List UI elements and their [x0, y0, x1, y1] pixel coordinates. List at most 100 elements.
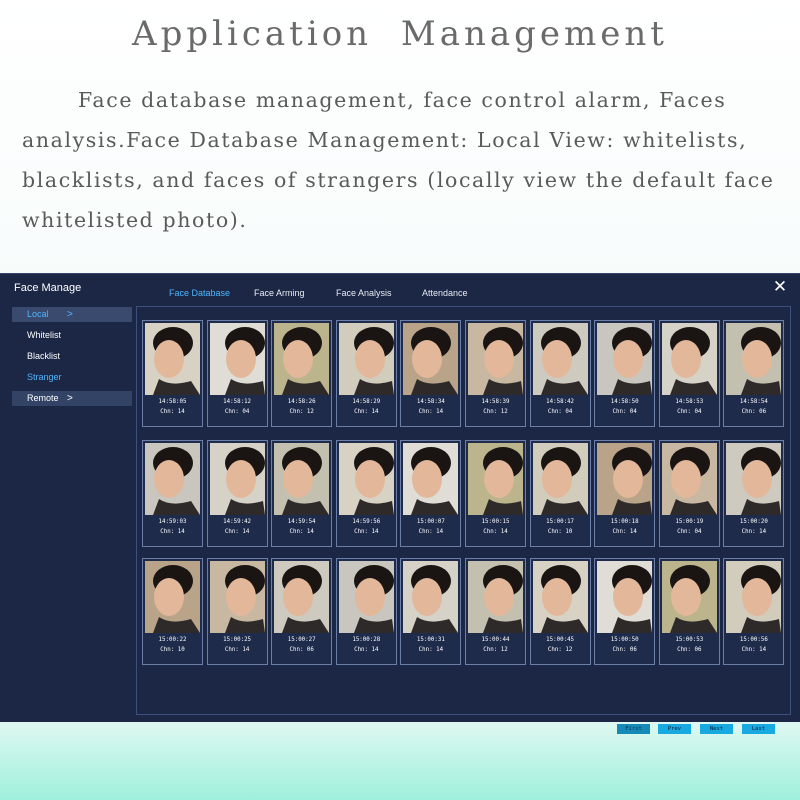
channel-label: Chn: 10: [160, 647, 185, 653]
face-card[interactable]: 15:00:22 Chn: 10: [142, 558, 203, 665]
channel-label: Chn: 06: [289, 647, 314, 653]
next-page-button[interactable]: Next: [700, 724, 733, 734]
face-thumbnail: [597, 561, 653, 633]
face-card[interactable]: 14:58:34 Chn: 14: [400, 320, 462, 427]
face-thumbnail: [726, 443, 782, 515]
tab-face-database[interactable]: Face Database: [169, 288, 230, 298]
channel-label: Chn: 14: [483, 529, 508, 535]
channel-label: Chn: 06: [612, 647, 637, 653]
channel-label: Chn: 14: [289, 529, 314, 535]
face-grid-panel: 14:58:05 Chn: 14 14:58:12 Chn: 04 14:58:26 Ch…: [136, 306, 791, 734]
channel-label: Chn: 14: [354, 529, 379, 535]
face-card[interactable]: 15:00:56 Chn: 14: [723, 558, 785, 665]
page-description: Face database management, face control a…: [22, 88, 775, 232]
face-card[interactable]: 15:00:27 Chn: 06: [271, 558, 333, 665]
face-card[interactable]: 14:58:42 Chn: 04: [529, 320, 591, 427]
channel-label: Chn: 14: [224, 647, 250, 653]
sidebar-item-label: Whitelist: [27, 330, 62, 340]
face-thumbnail: [338, 561, 394, 633]
prev-page-button[interactable]: Prev: [658, 724, 691, 734]
capture-time: 15:00:22: [158, 637, 187, 643]
close-icon[interactable]: ✕: [772, 278, 788, 295]
face-card[interactable]: 14:59:42 Chn: 14: [206, 440, 268, 547]
face-thumbnail: [532, 323, 588, 395]
sidebar-item-local[interactable]: Local >: [12, 307, 132, 322]
face-card[interactable]: 14:58:50 Chn: 04: [594, 320, 656, 427]
channel-label: Chn: 14: [160, 529, 185, 535]
channel-label: Chn: 14: [354, 647, 379, 653]
channel-label: Chn: 12: [289, 409, 314, 415]
face-card[interactable]: 14:58:29 Chn: 14: [335, 320, 397, 427]
capture-time: 15:00:07: [416, 519, 445, 525]
face-card[interactable]: 14:59:56 Chn: 14: [335, 440, 397, 547]
sidebar-item-stranger[interactable]: Stranger: [12, 370, 132, 385]
face-thumbnail: [726, 561, 782, 633]
face-thumbnail: [661, 561, 717, 633]
face-card[interactable]: 15:00:15 Chn: 14: [465, 440, 526, 547]
channel-label: Chn: 10: [547, 529, 573, 535]
face-thumbnail: [209, 443, 265, 515]
first-page-button[interactable]: First: [617, 724, 650, 734]
sidebar-item-label: Remote: [27, 393, 59, 403]
channel-label: Chn: 14: [354, 409, 379, 415]
face-card[interactable]: 15:00:20 Chn: 14: [723, 440, 785, 547]
sidebar-item-whitelist[interactable]: Whitelist: [12, 328, 132, 343]
chevron-right-icon: >: [67, 393, 73, 404]
sidebar: Local > Whitelist Blacklist Stranger Rem…: [12, 307, 132, 412]
face-card[interactable]: 15:00:18 Chn: 14: [594, 440, 656, 547]
sidebar-item-remote[interactable]: Remote >: [12, 391, 132, 406]
face-thumbnail: [468, 443, 523, 515]
capture-time: 15:00:15: [481, 519, 510, 525]
face-thumbnail: [532, 561, 588, 633]
channel-label: Chn: 14: [224, 529, 250, 535]
sidebar-item-label: Blacklist: [27, 351, 61, 361]
capture-time: 15:00:17: [546, 519, 575, 525]
sidebar-item-blacklist[interactable]: Blacklist: [12, 349, 132, 364]
tab-face-arming[interactable]: Face Arming: [254, 288, 305, 298]
face-card[interactable]: 14:58:26 Chn: 12: [271, 320, 333, 427]
channel-label: Chn: 06: [677, 647, 702, 653]
channel-label: Chn: 12: [483, 409, 508, 415]
sidebar-item-label: Local: [27, 309, 49, 319]
tab-attendance[interactable]: Attendance: [422, 288, 468, 298]
window-title: Face Manage: [14, 282, 82, 294]
face-card[interactable]: 15:00:31 Chn: 14: [400, 558, 462, 665]
chevron-right-icon: >: [67, 309, 73, 320]
face-card[interactable]: 15:00:53 Chn: 06: [658, 558, 720, 665]
face-card[interactable]: 14:59:54 Chn: 14: [271, 440, 333, 547]
face-card[interactable]: 15:00:44 Chn: 12: [465, 558, 526, 665]
capture-time: 14:59:03: [158, 519, 187, 525]
face-card[interactable]: 14:58:05 Chn: 14: [142, 320, 203, 427]
face-thumbnail: [661, 323, 717, 395]
face-card[interactable]: 15:00:07 Chn: 14: [400, 440, 462, 547]
face-card[interactable]: 15:00:28 Chn: 14: [335, 558, 397, 665]
face-thumbnail: [403, 323, 459, 395]
face-card[interactable]: 14:58:54 Chn: 06: [723, 320, 785, 427]
face-card[interactable]: 15:00:50 Chn: 06: [594, 558, 656, 665]
face-thumbnail: [274, 561, 330, 633]
capture-time: 15:00:56: [739, 637, 768, 643]
face-card[interactable]: 15:00:19 Chn: 04: [658, 440, 720, 547]
face-card[interactable]: 15:00:25 Chn: 14: [206, 558, 268, 665]
face-thumbnail: [532, 443, 588, 515]
face-card[interactable]: 14:58:39 Chn: 12: [465, 320, 526, 427]
face-card[interactable]: 14:58:12 Chn: 04: [206, 320, 268, 427]
face-thumbnail: [597, 443, 653, 515]
channel-label: Chn: 12: [547, 647, 573, 653]
capture-time: 15:00:28: [352, 637, 381, 643]
face-thumbnail: [338, 323, 394, 395]
capture-time: 14:59:56: [352, 519, 381, 525]
sidebar-item-label: Stranger: [27, 372, 62, 382]
last-page-button[interactable]: Last: [742, 724, 775, 734]
face-card[interactable]: 14:58:53 Chn: 04: [658, 320, 720, 427]
face-card[interactable]: 15:00:17 Chn: 10: [529, 440, 591, 547]
face-thumbnail: [403, 561, 459, 633]
face-thumbnail: [209, 561, 265, 633]
face-card[interactable]: 15:00:45 Chn: 12: [529, 558, 591, 665]
channel-label: Chn: 14: [160, 409, 185, 415]
tab-face-analysis[interactable]: Face Analysis: [336, 288, 392, 298]
channel-label: Chn: 14: [418, 409, 444, 415]
face-card[interactable]: 14:59:03 Chn: 14: [142, 440, 203, 547]
face-thumbnail: [468, 323, 523, 395]
channel-label: Chn: 04: [612, 409, 637, 415]
